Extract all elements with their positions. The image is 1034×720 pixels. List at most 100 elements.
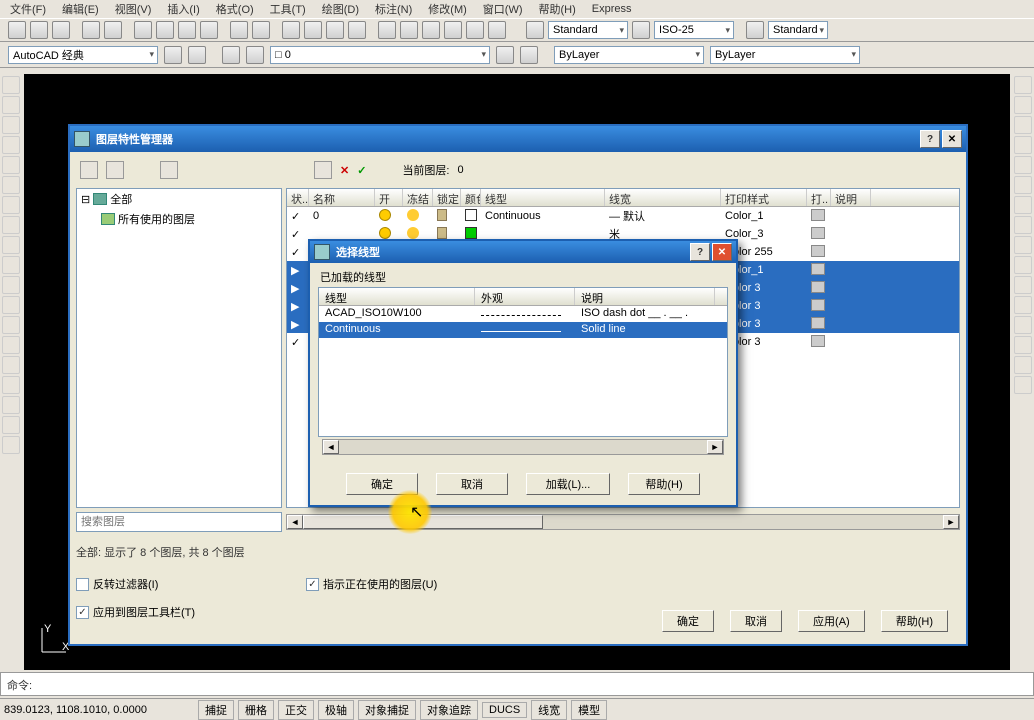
save-icon[interactable] [52, 21, 70, 39]
menu-item[interactable]: 文件(F) [4, 0, 52, 18]
array-icon[interactable] [1014, 156, 1032, 174]
new-group-icon[interactable] [106, 161, 124, 179]
redo-icon[interactable] [252, 21, 270, 39]
textstyle-combo[interactable]: Standard [548, 21, 628, 39]
hatch-icon[interactable] [2, 356, 20, 374]
offset-icon[interactable] [1014, 136, 1032, 154]
ellipse-icon[interactable] [2, 256, 20, 274]
calc-icon[interactable] [488, 21, 506, 39]
lt-scroll-right-icon[interactable]: ► [707, 440, 723, 454]
ws-settings-icon[interactable] [164, 46, 182, 64]
menu-item[interactable]: 修改(M) [422, 0, 473, 18]
undo-icon[interactable] [230, 21, 248, 39]
break-icon[interactable] [1014, 296, 1032, 314]
help-button-2[interactable]: 帮助(H) [881, 610, 948, 632]
menu-item[interactable]: 帮助(H) [533, 0, 582, 18]
zoom-prev-icon[interactable] [348, 21, 366, 39]
menu-item[interactable]: 工具(T) [264, 0, 312, 18]
lt-help-button-2[interactable]: 帮助(H) [628, 473, 700, 495]
states-icon[interactable] [160, 161, 178, 179]
layer-hscroll[interactable]: ◄ ► [286, 514, 960, 530]
workspace-combo[interactable]: AutoCAD 经典 [8, 46, 158, 64]
block-icon[interactable] [2, 316, 20, 334]
set-current-icon[interactable]: ✓ [357, 164, 366, 177]
match-icon[interactable] [200, 21, 218, 39]
tablestyle-combo[interactable]: Standard [768, 21, 828, 39]
erase-icon[interactable] [1014, 76, 1032, 94]
lt-scroll-left-icon[interactable]: ◄ [323, 440, 339, 454]
ok-button[interactable]: 确定 [662, 610, 714, 632]
layerprops-icon[interactable] [222, 46, 240, 64]
revcloud-icon[interactable] [2, 216, 20, 234]
join-icon[interactable] [1014, 316, 1032, 334]
tpalette-icon[interactable] [422, 21, 440, 39]
command-line[interactable]: 命令: [0, 672, 1034, 696]
dimstyle-icon[interactable] [632, 21, 650, 39]
lt-close-button[interactable]: ✕ [712, 243, 732, 261]
point-icon[interactable] [2, 336, 20, 354]
ltdialog-titlebar[interactable]: 选择线型 ? ✕ [310, 241, 736, 263]
inuse-checkbox[interactable]: ✓ [306, 578, 319, 591]
move-icon[interactable] [1014, 176, 1032, 194]
pline-icon[interactable] [2, 116, 20, 134]
lwt-toggle[interactable]: 线宽 [531, 700, 567, 720]
menu-item[interactable]: 标注(N) [369, 0, 418, 18]
lt-row-selected[interactable]: Continuous Solid line [319, 322, 727, 338]
dcenter-icon[interactable] [400, 21, 418, 39]
region-icon[interactable] [2, 396, 20, 414]
lt-ok-button[interactable]: 确定 [346, 473, 418, 495]
insert-icon[interactable] [2, 296, 20, 314]
cut-icon[interactable] [134, 21, 152, 39]
markup-icon[interactable] [466, 21, 484, 39]
chamfer-icon[interactable] [1014, 336, 1032, 354]
trim-icon[interactable] [1014, 256, 1032, 274]
menu-item[interactable]: 窗口(W) [477, 0, 529, 18]
plot-icon[interactable] [82, 21, 100, 39]
new-icon[interactable] [8, 21, 26, 39]
menu-item[interactable]: 编辑(E) [56, 0, 105, 18]
tablestyle-icon[interactable] [746, 21, 764, 39]
otrack-toggle[interactable]: 对象追踪 [420, 700, 478, 720]
line-icon[interactable] [2, 76, 20, 94]
gradient-icon[interactable] [2, 376, 20, 394]
extend-icon[interactable] [1014, 276, 1032, 294]
dimstyle-combo[interactable]: ISO-25 [654, 21, 734, 39]
stretch-icon[interactable] [1014, 236, 1032, 254]
layer-prev-icon[interactable] [496, 46, 514, 64]
filter-tree[interactable]: ⊟全部 所有使用的图层 [76, 188, 282, 508]
layer-match-icon[interactable] [520, 46, 538, 64]
menu-item[interactable]: 插入(I) [161, 0, 205, 18]
delete-layer-icon[interactable]: ✕ [340, 164, 349, 177]
copy2-icon[interactable] [1014, 96, 1032, 114]
cancel-button[interactable]: 取消 [730, 610, 782, 632]
mtext-icon[interactable] [2, 436, 20, 454]
spline-icon[interactable] [2, 236, 20, 254]
scroll-left-icon[interactable]: ◄ [287, 515, 303, 529]
linetype-list[interactable]: 线型 外观 说明 ACAD_ISO10W100 ISO dash dot __ … [318, 287, 728, 437]
layer-row[interactable]: ✓0Continuous— 默认Color_1 [287, 207, 959, 225]
help-button[interactable]: ? [920, 130, 940, 148]
copy-icon[interactable] [156, 21, 174, 39]
model-toggle[interactable]: 模型 [571, 700, 607, 720]
props-icon[interactable] [378, 21, 396, 39]
apply-button[interactable]: 应用(A) [798, 610, 865, 632]
lt-help-button[interactable]: ? [690, 243, 710, 261]
layer-state-icon[interactable] [246, 46, 264, 64]
zoom-win-icon[interactable] [326, 21, 344, 39]
layermgr-titlebar[interactable]: 图层特性管理器 ? ✕ [70, 126, 966, 152]
grid-toggle[interactable]: 栅格 [238, 700, 274, 720]
textstyle-icon[interactable] [526, 21, 544, 39]
menu-item[interactable]: Express [586, 2, 638, 16]
new-filter-icon[interactable] [80, 161, 98, 179]
sheet-icon[interactable] [444, 21, 462, 39]
invert-filter-checkbox[interactable] [76, 578, 89, 591]
polar-toggle[interactable]: 极轴 [318, 700, 354, 720]
fillet-icon[interactable] [1014, 356, 1032, 374]
close-button[interactable]: ✕ [942, 130, 962, 148]
ortho-toggle[interactable]: 正交 [278, 700, 314, 720]
paste-icon[interactable] [178, 21, 196, 39]
xline-icon[interactable] [2, 96, 20, 114]
color-combo[interactable]: ByLayer [554, 46, 704, 64]
circle-icon[interactable] [2, 196, 20, 214]
scroll-right-icon[interactable]: ► [943, 515, 959, 529]
